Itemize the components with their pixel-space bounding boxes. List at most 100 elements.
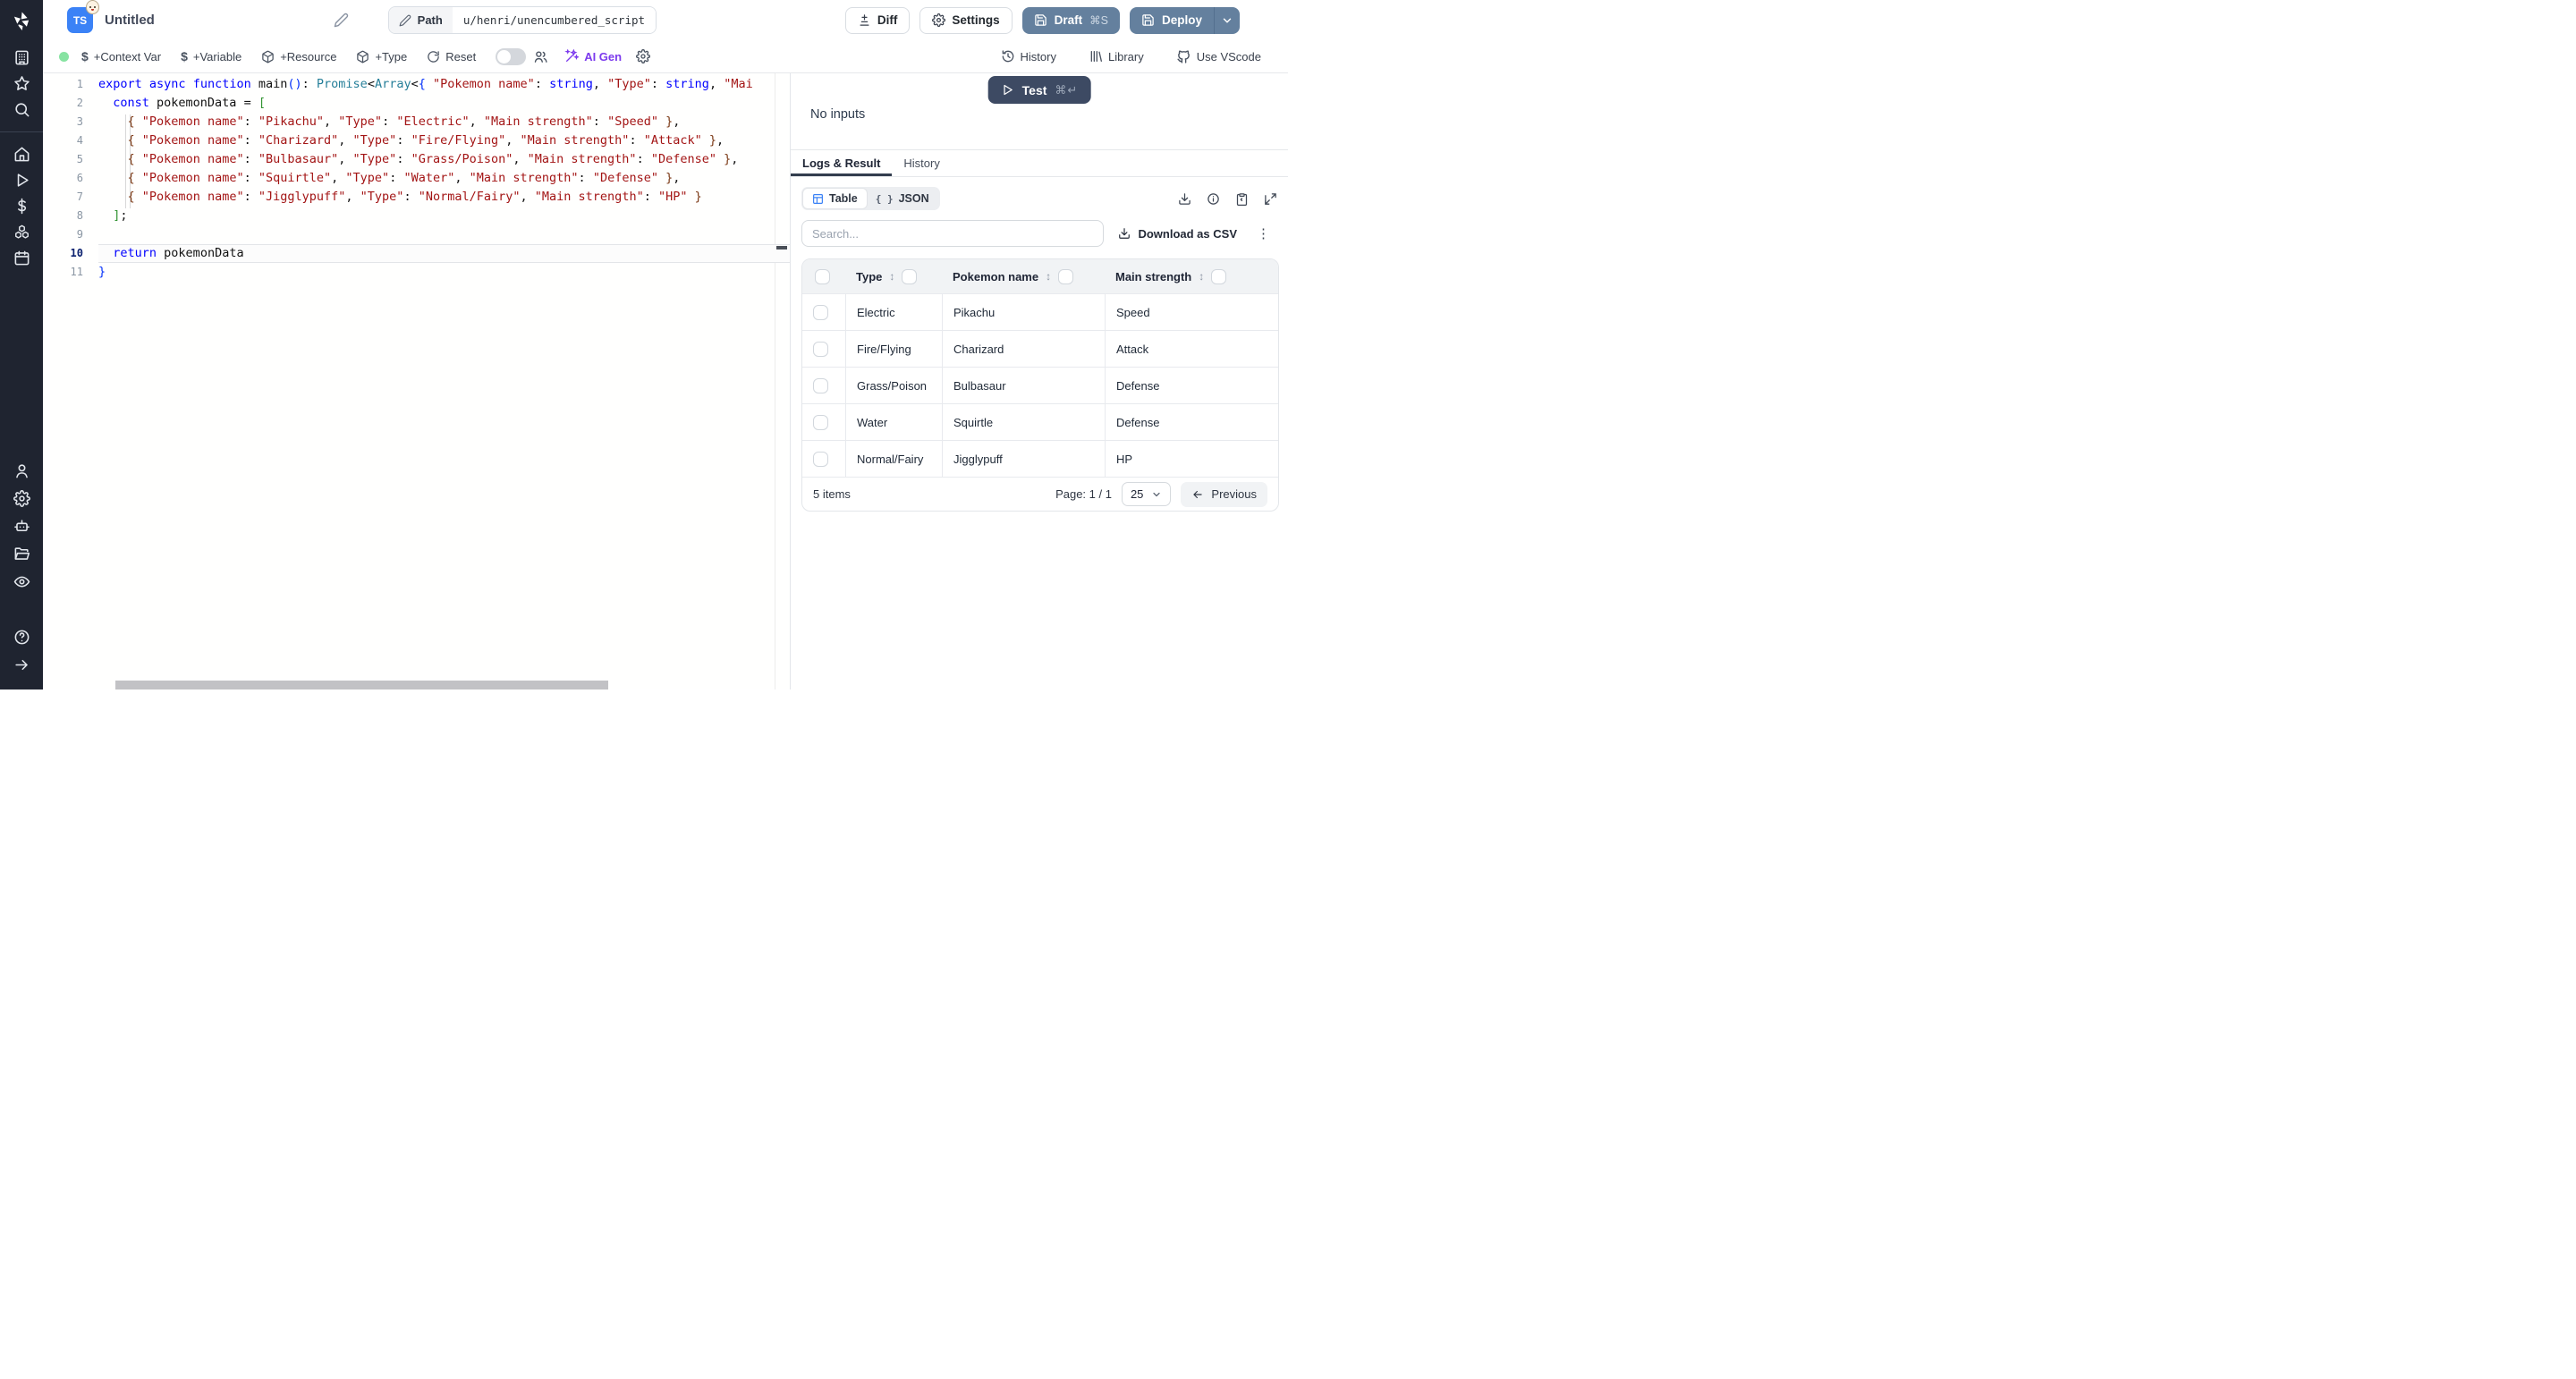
row-checkbox[interactable] (813, 415, 828, 430)
windmill-logo-icon[interactable] (10, 9, 33, 32)
editor-settings-gear-icon[interactable] (636, 49, 650, 63)
code-line[interactable]: 7 { "Pokemon name": "Jigglypuff", "Type"… (43, 188, 790, 207)
favorites-star-icon[interactable] (0, 71, 43, 97)
code-line[interactable]: 8 ]; (43, 207, 790, 225)
workspace-building-icon[interactable] (0, 45, 43, 71)
path-pencil-icon (399, 14, 411, 27)
expand-fullscreen-icon[interactable] (1264, 192, 1277, 206)
search-icon[interactable] (0, 97, 43, 123)
tab-history[interactable]: History (892, 150, 951, 176)
line-number: 1 (43, 75, 98, 94)
column-filter-checkbox[interactable] (1058, 269, 1073, 284)
row-checkbox[interactable] (813, 342, 828, 357)
view-table-button[interactable]: Table (803, 189, 867, 208)
info-icon[interactable] (1207, 192, 1220, 206)
table-header: Type ↕ Pokemon name ↕ Main strength ↕ (802, 259, 1278, 293)
code-line[interactable]: 10 return pokemonData (43, 244, 790, 263)
previous-page-button[interactable]: Previous (1181, 482, 1267, 507)
table-row[interactable]: ElectricPikachuSpeed (802, 293, 1278, 330)
code-line[interactable]: 9 (43, 225, 790, 244)
audit-eye-icon[interactable] (0, 568, 43, 596)
code-line[interactable]: 1export async function main(): Promise<A… (43, 75, 790, 94)
table-cell: Jigglypuff (942, 441, 1105, 477)
edit-pencil-icon[interactable] (334, 13, 349, 28)
more-options-icon[interactable]: ⋮ (1257, 225, 1270, 241)
table-row[interactable]: Grass/PoisonBulbasaurDefense (802, 367, 1278, 403)
result-panel: Test ⌘↵ No inputs Logs & Result History … (790, 73, 1288, 690)
column-header-type: Type (856, 270, 882, 283)
reset-button[interactable]: Reset (427, 50, 476, 63)
settings-gear-icon[interactable] (0, 485, 43, 512)
resources-boxes-icon[interactable] (0, 219, 43, 245)
windmill-app: TS Untitled Path u/henri/unencumbered_sc… (0, 0, 1288, 690)
settings-button[interactable]: Settings (919, 7, 1012, 34)
code-line[interactable]: 2 const pokemonData = [ (43, 94, 790, 113)
workers-robot-icon[interactable] (0, 512, 43, 540)
line-number: 10 (43, 244, 98, 263)
column-filter-checkbox[interactable] (1211, 269, 1226, 284)
table-row[interactable]: Normal/FairyJigglypuffHP (802, 440, 1278, 477)
table-cell: Water (845, 404, 942, 440)
help-icon[interactable] (0, 623, 43, 651)
deploy-dropdown-button[interactable] (1215, 7, 1240, 34)
library-button[interactable]: Library (1089, 49, 1144, 63)
runs-play-icon[interactable] (0, 167, 43, 193)
expand-sidebar-arrow-icon[interactable] (0, 651, 43, 679)
table-cell: Defense (1105, 368, 1278, 403)
test-button[interactable]: Test ⌘↵ (988, 76, 1091, 104)
code-line[interactable]: 4 { "Pokemon name": "Charizard", "Type":… (43, 131, 790, 150)
tab-logs-result[interactable]: Logs & Result (791, 150, 892, 176)
path-field[interactable]: Path u/henri/unencumbered_script (388, 6, 657, 34)
add-resource-button[interactable]: +Resource (261, 50, 336, 63)
table-row[interactable]: WaterSquirtleDefense (802, 403, 1278, 440)
diff-button[interactable]: Diff (845, 7, 911, 34)
deploy-button[interactable]: Deploy (1130, 7, 1215, 34)
sort-icon[interactable]: ↕ (1046, 270, 1051, 283)
code-line[interactable]: 3 { "Pokemon name": "Pikachu", "Type": "… (43, 113, 790, 131)
code-line[interactable]: 5 { "Pokemon name": "Bulbasaur", "Type":… (43, 150, 790, 169)
copy-clipboard-icon[interactable] (1235, 192, 1249, 206)
row-checkbox[interactable] (813, 305, 828, 320)
select-all-checkbox[interactable] (815, 269, 830, 284)
script-title: Untitled (105, 13, 155, 28)
page-indicator: Page: 1 / 1 (1055, 487, 1112, 501)
code-line[interactable]: 11} (43, 263, 790, 282)
editor-horizontal-scrollbar[interactable] (115, 681, 608, 690)
add-context-var-button[interactable]: $+Context Var (81, 49, 161, 63)
row-checkbox[interactable] (813, 378, 828, 393)
draft-button[interactable]: Draft ⌘S (1022, 7, 1120, 34)
assistant-toggle[interactable] (496, 48, 526, 65)
sort-icon[interactable]: ↕ (889, 270, 894, 283)
code-line[interactable]: 6 { "Pokemon name": "Squirtle", "Type": … (43, 169, 790, 188)
schedules-calendar-icon[interactable] (0, 245, 43, 271)
use-vscode-button[interactable]: Use VScode (1176, 49, 1261, 64)
view-json-button[interactable]: { } JSON (867, 189, 938, 208)
add-type-button[interactable]: +Type (356, 50, 407, 63)
result-tabs: Logs & Result History (791, 150, 1288, 177)
add-variable-button[interactable]: $+Variable (181, 49, 242, 63)
sort-icon[interactable]: ↕ (1199, 270, 1204, 283)
history-button[interactable]: History (1001, 49, 1056, 63)
path-value[interactable]: u/henri/unencumbered_script (453, 7, 656, 33)
table-cell: Electric (845, 294, 942, 330)
folders-icon[interactable] (0, 540, 43, 568)
line-number: 8 (43, 207, 98, 225)
line-number: 9 (43, 225, 98, 244)
home-icon[interactable] (0, 141, 43, 167)
download-csv-button[interactable]: Download as CSV (1118, 227, 1237, 241)
code-editor[interactable]: 1export async function main(): Promise<A… (43, 73, 790, 690)
settings-gear-icon (932, 13, 945, 27)
variables-dollar-icon[interactable] (0, 193, 43, 219)
row-checkbox[interactable] (813, 452, 828, 467)
user-icon[interactable] (0, 457, 43, 485)
table-row[interactable]: Fire/FlyingCharizardAttack (802, 330, 1278, 367)
search-input[interactable] (801, 220, 1104, 247)
multiplayer-users-icon[interactable] (533, 49, 548, 64)
status-dot (59, 52, 69, 62)
table-cell: Fire/Flying (845, 331, 942, 367)
column-filter-checkbox[interactable] (902, 269, 917, 284)
page-size-select[interactable]: 25 (1122, 482, 1171, 506)
download-result-icon[interactable] (1178, 192, 1191, 206)
json-braces-icon: { } (876, 193, 894, 205)
ai-gen-button[interactable]: AI Gen (564, 49, 622, 63)
